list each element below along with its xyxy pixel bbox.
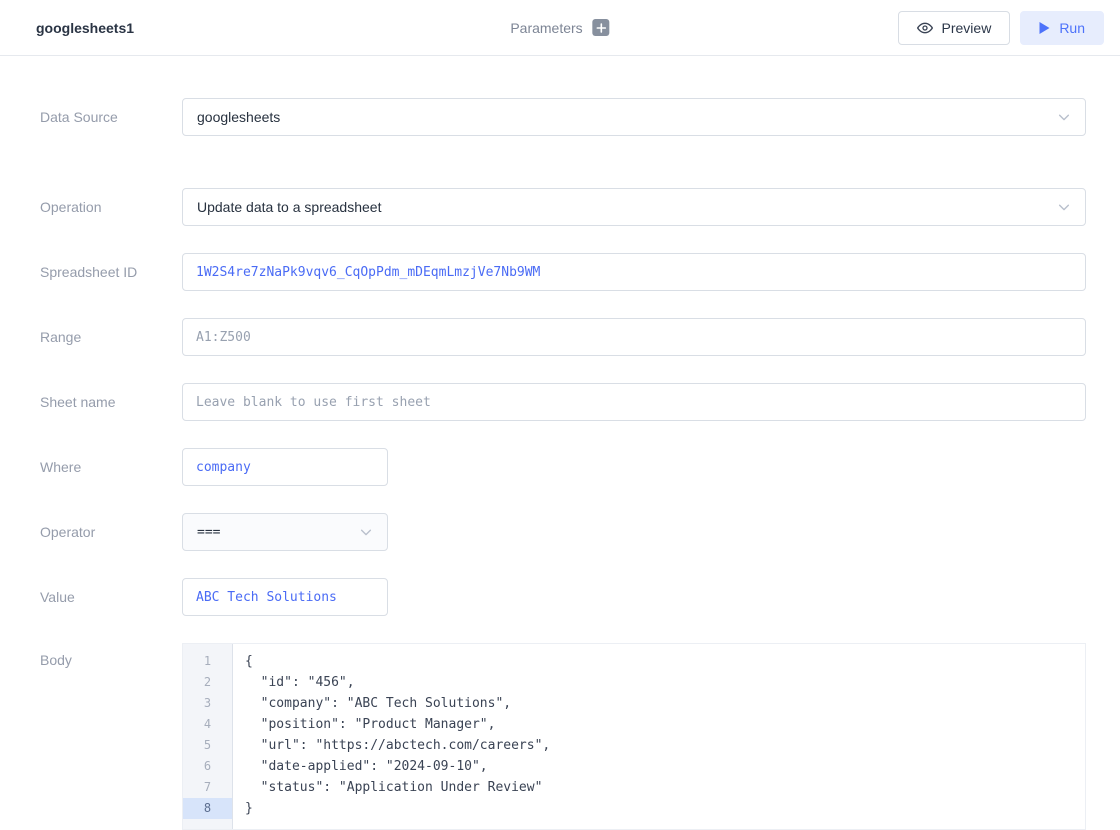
plus-icon bbox=[596, 23, 606, 33]
line-number-active: 8 bbox=[183, 798, 232, 819]
spreadsheet-id-input[interactable] bbox=[182, 253, 1086, 291]
line-number: 3 bbox=[183, 693, 232, 714]
chevron-down-icon bbox=[1057, 200, 1071, 214]
where-input[interactable] bbox=[182, 448, 388, 486]
operator-value: === bbox=[197, 525, 220, 540]
code-line: "position": "Product Manager", bbox=[245, 714, 1085, 735]
field-row-data-source: Data Source googlesheets bbox=[40, 98, 1086, 136]
field-row-value: Value bbox=[40, 578, 1086, 616]
range-label: Range bbox=[40, 329, 182, 345]
field-row-range: Range bbox=[40, 318, 1086, 356]
line-number: 2 bbox=[183, 672, 232, 693]
field-row-where: Where bbox=[40, 448, 1086, 486]
line-number: 1 bbox=[183, 651, 232, 672]
code-line: { bbox=[245, 651, 1085, 672]
line-number: 7 bbox=[183, 777, 232, 798]
chevron-down-icon bbox=[1057, 110, 1071, 124]
sheet-name-input[interactable] bbox=[182, 383, 1086, 421]
code-line: "url": "https://abctech.com/careers", bbox=[245, 735, 1085, 756]
parameters-label: Parameters bbox=[510, 20, 582, 36]
parameters-section: Parameters bbox=[510, 19, 609, 36]
operation-value: Update data to a spreadsheet bbox=[197, 199, 381, 215]
run-button-label: Run bbox=[1059, 20, 1085, 36]
body-code-editor: 1 2 3 4 5 6 7 8 { "id": "456", "company"… bbox=[182, 643, 1086, 830]
data-source-value: googlesheets bbox=[197, 109, 280, 125]
code-line: "company": "ABC Tech Solutions", bbox=[245, 693, 1085, 714]
operation-select[interactable]: Update data to a spreadsheet bbox=[182, 188, 1086, 226]
field-row-spreadsheet-id: Spreadsheet ID bbox=[40, 253, 1086, 291]
where-label: Where bbox=[40, 459, 182, 475]
code-line: "id": "456", bbox=[245, 672, 1085, 693]
field-row-operator: Operator === bbox=[40, 513, 1086, 551]
sheet-name-label: Sheet name bbox=[40, 394, 182, 410]
code-line: "date-applied": "2024-09-10", bbox=[245, 756, 1085, 777]
preview-button[interactable]: Preview bbox=[898, 11, 1011, 45]
line-number: 6 bbox=[183, 756, 232, 777]
header-actions: Preview Run bbox=[898, 11, 1104, 45]
code-line: } bbox=[245, 798, 1085, 819]
body-label: Body bbox=[40, 643, 182, 668]
line-number: 5 bbox=[183, 735, 232, 756]
data-source-select[interactable]: googlesheets bbox=[182, 98, 1086, 136]
operation-label: Operation bbox=[40, 199, 182, 215]
add-parameter-button[interactable] bbox=[593, 19, 610, 36]
line-number: 4 bbox=[183, 714, 232, 735]
operator-select[interactable]: === bbox=[182, 513, 388, 551]
value-label: Value bbox=[40, 589, 182, 605]
editor-line-number-gutter: 1 2 3 4 5 6 7 8 bbox=[183, 644, 233, 829]
code-line: "status": "Application Under Review" bbox=[245, 777, 1085, 798]
value-input[interactable] bbox=[182, 578, 388, 616]
spreadsheet-id-label: Spreadsheet ID bbox=[40, 264, 182, 280]
field-row-sheet-name: Sheet name bbox=[40, 383, 1086, 421]
preview-button-label: Preview bbox=[942, 20, 992, 36]
query-title: googlesheets1 bbox=[36, 20, 134, 36]
play-icon bbox=[1039, 22, 1050, 34]
run-button[interactable]: Run bbox=[1020, 11, 1104, 45]
operator-label: Operator bbox=[40, 524, 182, 540]
query-form: Data Source googlesheets Operation Updat… bbox=[0, 56, 1120, 830]
eye-icon bbox=[917, 20, 933, 36]
query-header: googlesheets1 Parameters Preview Run bbox=[0, 0, 1120, 56]
field-row-body: Body 1 2 3 4 5 6 7 8 { "id": "456", "com… bbox=[40, 643, 1086, 830]
data-source-label: Data Source bbox=[40, 109, 182, 125]
field-row-operation: Operation Update data to a spreadsheet bbox=[40, 188, 1086, 226]
chevron-down-icon bbox=[359, 525, 373, 539]
range-input[interactable] bbox=[182, 318, 1086, 356]
editor-code-area[interactable]: { "id": "456", "company": "ABC Tech Solu… bbox=[233, 644, 1085, 829]
